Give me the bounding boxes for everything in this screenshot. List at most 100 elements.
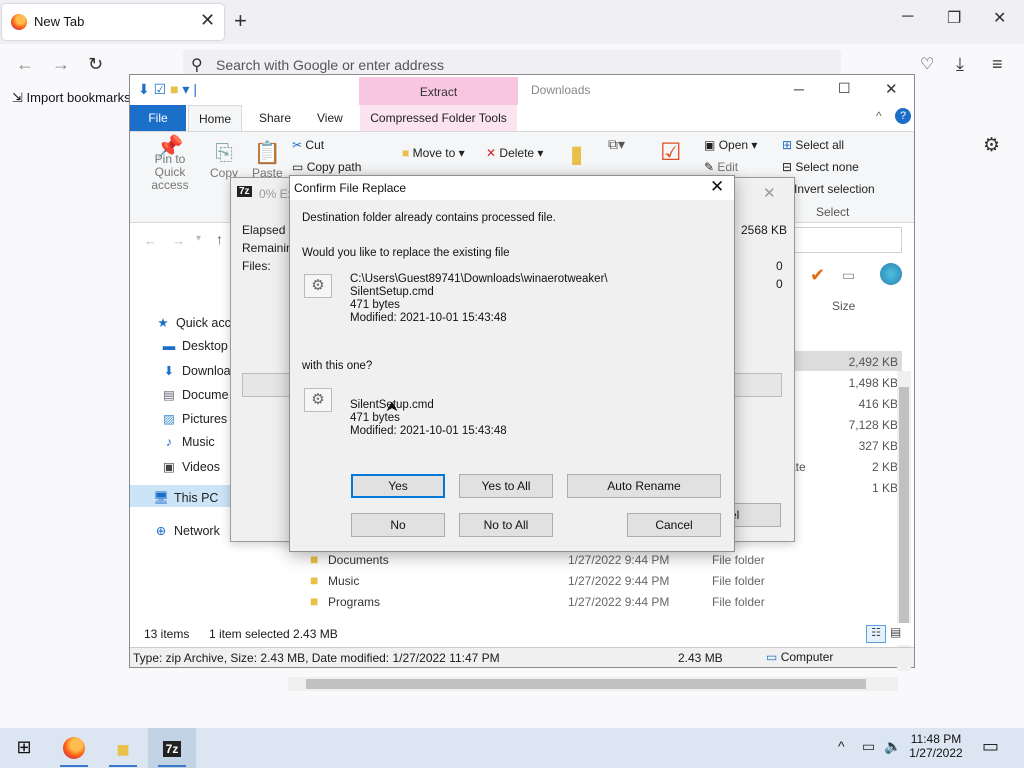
help-icon[interactable]: ?	[895, 108, 911, 124]
notifications-icon[interactable]: ▭	[982, 736, 999, 757]
new-folder-icon[interactable]: ▮	[570, 140, 583, 169]
tab-file[interactable]: File	[130, 105, 186, 131]
copy-button[interactable]: ⎘ Copy	[210, 140, 238, 180]
nav-documents[interactable]: ▤ Docume	[160, 387, 228, 402]
close-icon[interactable]: ✕	[763, 184, 776, 202]
back-icon[interactable]: ←	[16, 54, 34, 75]
cancel-button[interactable]: Cancel	[627, 513, 721, 537]
edit-button[interactable]: ✎ Edit	[704, 160, 738, 174]
minimize-button[interactable]: ─	[902, 8, 913, 26]
close-icon[interactable]: ✕	[710, 177, 724, 197]
import-bookmarks-link[interactable]: ⇲ Import bookmarks	[12, 90, 131, 106]
properties-icon[interactable]: ☑	[660, 138, 682, 167]
show-hidden-icons-icon[interactable]: ^	[838, 738, 845, 754]
context-tab-extract[interactable]: Extract	[359, 77, 518, 105]
no-to-all-button[interactable]: No to All	[459, 513, 553, 537]
folder-icon: ■	[310, 593, 319, 609]
open-button[interactable]: ▣ Open ▾	[704, 138, 757, 152]
forward-icon[interactable]: →	[52, 54, 70, 75]
ribbon-tabs: File Home Share View Compressed Folder T…	[130, 105, 914, 131]
details-view-icon[interactable]: ☷	[866, 625, 886, 643]
yes-to-all-button[interactable]: Yes to All	[459, 474, 553, 498]
nav-network[interactable]: ⊕ Network	[152, 523, 220, 538]
nav-quick-access[interactable]: ★ Quick acce	[154, 315, 237, 330]
tab-share[interactable]: Share	[259, 105, 291, 131]
delete-icon: ✕	[486, 146, 497, 160]
cut-button[interactable]: ✂ Cut	[292, 138, 324, 152]
pocket-icon[interactable]: ♡	[920, 54, 934, 74]
large-icons-view-icon[interactable]: ▤	[890, 625, 901, 639]
quick-access-toolbar[interactable]: ⬇ ☑ ■ ▾ |	[138, 81, 197, 98]
back-icon[interactable]: ←	[144, 233, 157, 248]
file-type: File folder	[712, 595, 765, 609]
nav-videos[interactable]: ▣ Videos	[160, 459, 220, 474]
nav-label: Pictures	[182, 412, 228, 426]
existing-file-modified: Modified: 2021-10-01 15:43:48	[350, 312, 507, 324]
file-type: File folder	[712, 553, 765, 567]
copy-path-button[interactable]: ▭ Copy path	[292, 160, 361, 174]
scrollbar-thumb[interactable]	[899, 387, 909, 641]
tab-new-tab[interactable]: New Tab ✕	[2, 4, 224, 40]
volume-icon[interactable]: 🔈	[884, 738, 901, 755]
size-cell: 416 KB	[858, 397, 898, 411]
yes-button[interactable]: Yes	[351, 474, 445, 498]
nav-music[interactable]: ♪ Music	[160, 435, 215, 449]
new-item-icon[interactable]: ⧉▾	[608, 136, 625, 153]
file-name: Documents	[328, 553, 389, 567]
paste-button[interactable]: 📋 Paste	[252, 140, 283, 180]
close-window-button[interactable]: ✕	[885, 80, 898, 98]
menu-icon[interactable]: ≡	[992, 54, 1003, 75]
taskbar-firefox[interactable]	[50, 728, 98, 768]
7zip-icon: 7z	[162, 741, 182, 757]
scrollbar-thumb[interactable]	[306, 679, 866, 689]
reload-icon[interactable]: ↻	[88, 54, 103, 75]
close-window-button[interactable]: ✕	[993, 8, 1006, 28]
recent-locations-icon[interactable]: ▾	[196, 233, 201, 244]
downloads-icon[interactable]: ⤓	[956, 54, 964, 75]
details-bar: Type: zip Archive, Size: 2.43 MB, Date m…	[130, 647, 914, 667]
table-row[interactable]: ■ Programs 1/27/2022 9:44 PM File folder	[288, 593, 888, 613]
invert-selection-button[interactable]: Invert selection	[794, 182, 875, 196]
existing-file-name: SilentSetup.cmd	[350, 286, 434, 298]
pin-quick-access-button[interactable]: 📌 Pin to Quick access	[138, 136, 202, 192]
no-button[interactable]: No	[351, 513, 445, 537]
new-tab-button[interactable]: +	[234, 8, 247, 34]
maximize-button[interactable]: ☐	[838, 80, 851, 97]
forward-icon[interactable]: →	[172, 233, 185, 248]
close-icon[interactable]: ✕	[200, 10, 215, 31]
7zip-icon: 7z	[237, 186, 252, 197]
restore-button[interactable]: ❐	[947, 8, 961, 28]
table-row[interactable]: ■ Music 1/27/2022 9:44 PM File folder	[288, 572, 888, 592]
up-icon[interactable]: ↑	[216, 231, 223, 247]
nav-downloads[interactable]: ⬇ Downloa	[160, 363, 231, 378]
nav-desktop[interactable]: ▬ Desktop	[160, 339, 228, 353]
nav-this-pc[interactable]: 🖥 This PC	[152, 491, 218, 506]
tab-compressed-folder-tools[interactable]: Compressed Folder Tools	[360, 105, 517, 131]
start-button[interactable]: ⊞	[0, 728, 48, 768]
nav-pictures[interactable]: ▨ Pictures	[160, 411, 227, 426]
folder-icon: ■	[310, 551, 319, 567]
collapse-ribbon-icon[interactable]: ^	[876, 109, 882, 123]
taskbar-7zip[interactable]: 7z	[148, 728, 196, 768]
taskbar-file-explorer[interactable]: ■	[99, 728, 147, 768]
details-text: Type: zip Archive, Size: 2.43 MB, Date m…	[133, 651, 500, 665]
delete-label: Delete	[499, 146, 535, 160]
gear-icon[interactable]: ⚙	[983, 134, 1000, 157]
search-box[interactable]	[794, 227, 902, 253]
clock[interactable]: 11:48 PM 1/27/2022	[906, 732, 966, 760]
select-none-button[interactable]: ⊟ Select none	[782, 160, 859, 174]
network-icon[interactable]: ▭	[862, 738, 875, 755]
horizontal-scrollbar[interactable]	[288, 677, 898, 691]
delete-button[interactable]: ✕ Delete ▾	[486, 146, 543, 160]
move-to-button[interactable]: ■ Move to ▾	[402, 146, 465, 160]
item-count: 13 items	[144, 627, 190, 641]
auto-rename-button[interactable]: Auto Rename	[567, 474, 721, 498]
firefox-tab-bar: New Tab ✕ + ─ ❐ ✕	[0, 0, 1024, 44]
select-all-button[interactable]: ⊞ Select all	[782, 138, 844, 152]
tab-view[interactable]: View	[317, 105, 343, 131]
table-row[interactable]: ■ Documents 1/27/2022 9:44 PM File folde…	[288, 551, 888, 571]
minimize-button[interactable]: ─	[794, 81, 804, 97]
selection-info: 1 item selected 2.43 MB	[209, 627, 338, 641]
tab-home[interactable]: Home	[188, 105, 242, 131]
column-header-size[interactable]: Size	[832, 299, 855, 313]
